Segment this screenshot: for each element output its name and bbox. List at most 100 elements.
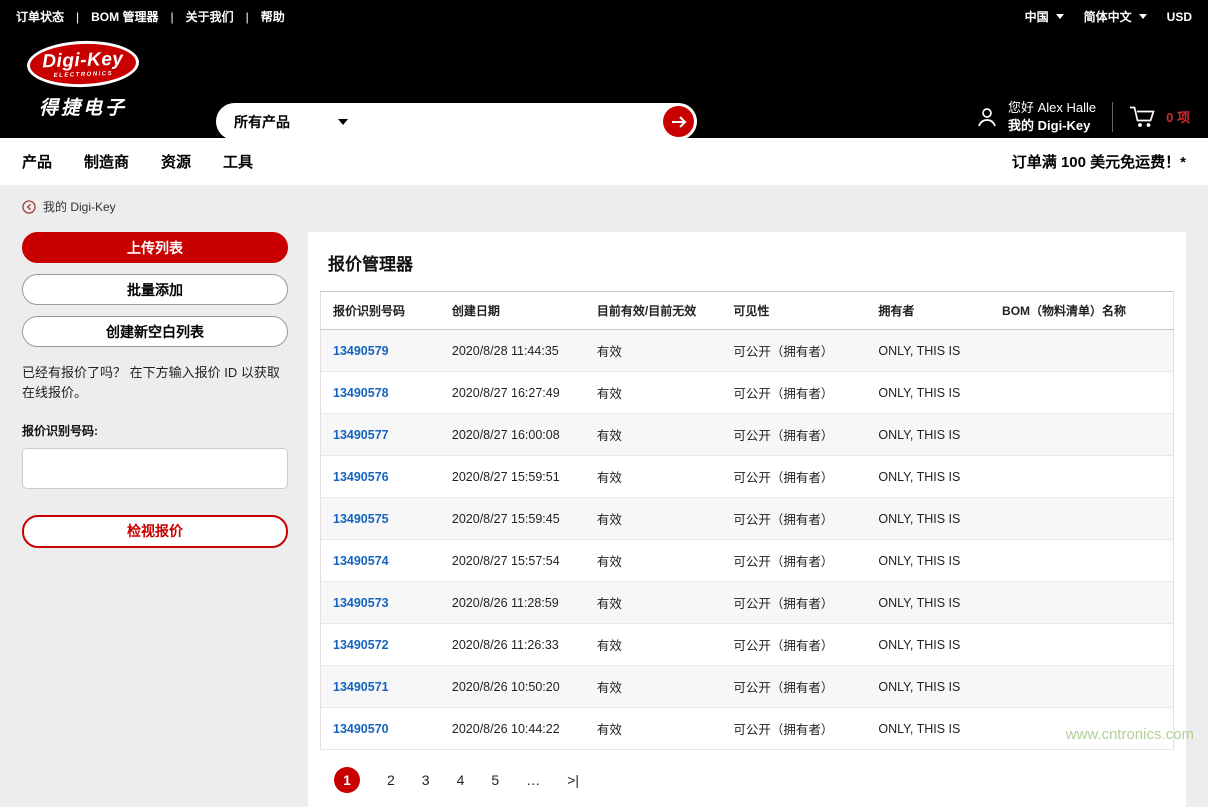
create-blank-list-button[interactable]: 创建新空白列表 [22, 316, 288, 347]
created-date-cell: 2020/8/27 16:27:49 [440, 372, 585, 414]
status-cell: 有效 [585, 330, 721, 372]
visibility-cell: 可公开（拥有者） [721, 330, 866, 372]
status-cell: 有效 [585, 456, 721, 498]
created-date-cell: 2020/8/26 10:44:22 [440, 708, 585, 750]
last-page-button[interactable]: >| [567, 772, 579, 788]
page-5-button[interactable]: 5 [491, 772, 499, 788]
cart-button[interactable]: 0 项 [1129, 105, 1190, 128]
visibility-cell: 可公开（拥有者） [721, 414, 866, 456]
topbar-link[interactable]: 关于我们 [158, 8, 233, 25]
table-row: 13490577 2020/8/27 16:00:08 有效 可公开（拥有者） … [321, 414, 1174, 456]
bom-name-cell [990, 582, 1173, 624]
bulk-add-button[interactable]: 批量添加 [22, 274, 288, 305]
quote-id-cell: 13490575 [321, 498, 440, 540]
pagination: 1 2 3 4 5 … >| [334, 767, 1174, 807]
breadcrumb: 我的 Digi-Key [0, 185, 1208, 224]
owner-cell: ONLY, THIS IS [866, 456, 990, 498]
person-icon [975, 105, 999, 129]
quote-id-link[interactable]: 13490573 [333, 596, 389, 610]
topbar-link[interactable]: BOM 管理器 [64, 8, 158, 25]
search-arrow-icon [671, 116, 687, 128]
quote-id-input[interactable] [22, 448, 288, 489]
created-date-cell: 2020/8/27 15:59:51 [440, 456, 585, 498]
table-head: 报价识别号码 创建日期 目前有效/目前无效 可见性 拥有者 BOM（物料清单）名… [321, 292, 1174, 330]
my-digikey-label: 我的 Digi-Key [1008, 117, 1096, 135]
quote-id-link[interactable]: 13490578 [333, 386, 389, 400]
quote-id-link[interactable]: 13490570 [333, 722, 389, 736]
quote-id-link[interactable]: 13490572 [333, 638, 389, 652]
free-shipping-promo: 订单满 100 美元免运费！* [1012, 151, 1186, 172]
status-cell: 有效 [585, 624, 721, 666]
digikey-logo[interactable]: Digi-Key ELECTRONICS 得捷电子 [18, 41, 148, 120]
topbar-link[interactable]: 帮助 [234, 8, 285, 25]
owner-cell: ONLY, THIS IS [866, 414, 990, 456]
page-2-button[interactable]: 2 [387, 772, 395, 788]
bom-name-cell [990, 414, 1173, 456]
quote-id-link[interactable]: 13490571 [333, 680, 389, 694]
region-selector[interactable]: 中国 [1025, 8, 1064, 25]
created-date-cell: 2020/8/26 11:26:33 [440, 624, 585, 666]
quote-id-cell: 13490579 [321, 330, 440, 372]
bom-name-cell [990, 330, 1173, 372]
content: 上传列表 批量添加 创建新空白列表 已经有报价了吗？ 在下方输入报价 ID 以获… [0, 224, 1208, 807]
search-button[interactable] [663, 106, 694, 137]
quote-id-link[interactable]: 13490574 [333, 554, 389, 568]
status-cell: 有效 [585, 372, 721, 414]
table-row: 13490572 2020/8/26 11:26:33 有效 可公开（拥有者） … [321, 624, 1174, 666]
account-menu[interactable]: 您好 Alex Halle 我的 Digi-Key [975, 99, 1096, 134]
category-nav: 产品 制造商 资源 工具 订单满 100 美元免运费！* [0, 138, 1208, 185]
created-date-cell: 2020/8/28 11:44:35 [440, 330, 585, 372]
language-selector[interactable]: 简体中文 [1084, 8, 1147, 25]
nav-item[interactable]: 制造商 [84, 151, 129, 172]
table-row: 13490573 2020/8/26 11:28:59 有效 可公开（拥有者） … [321, 582, 1174, 624]
upload-list-button[interactable]: 上传列表 [22, 232, 288, 263]
nav-item[interactable]: 工具 [223, 151, 253, 172]
table-row: 13490574 2020/8/27 15:57:54 有效 可公开（拥有者） … [321, 540, 1174, 582]
table-column-header: 拥有者 [866, 292, 990, 330]
quote-id-link[interactable]: 13490577 [333, 428, 389, 442]
quotes-table: 报价识别号码 创建日期 目前有效/目前无效 可见性 拥有者 BOM（物料清单）名… [320, 291, 1174, 750]
quote-id-link[interactable]: 13490579 [333, 344, 389, 358]
region-label: 中国 [1025, 8, 1049, 25]
search-input[interactable] [348, 103, 663, 140]
quote-id-label: 报价识别号码: [22, 422, 288, 439]
search-bar: 所有产品 [216, 103, 697, 140]
owner-cell: ONLY, THIS IS [866, 624, 990, 666]
page-3-button[interactable]: 3 [422, 772, 430, 788]
topbar-link[interactable]: 订单状态 [16, 8, 64, 25]
created-date-cell: 2020/8/27 15:59:45 [440, 498, 585, 540]
page-1-button[interactable]: 1 [334, 767, 360, 793]
topbar-right: 中国 简体中文 USD [1025, 8, 1192, 25]
quote-id-cell: 13490573 [321, 582, 440, 624]
nav-item[interactable]: 产品 [22, 151, 52, 172]
breadcrumb-my-digikey[interactable]: 我的 Digi-Key [43, 198, 116, 215]
account-text: 您好 Alex Halle 我的 Digi-Key [1008, 99, 1096, 134]
site-header: Digi-Key ELECTRONICS 得捷电子 所有产品 您好 Alex H… [0, 33, 1208, 138]
owner-cell: ONLY, THIS IS [866, 498, 990, 540]
page-4-button[interactable]: 4 [457, 772, 465, 788]
visibility-cell: 可公开（拥有者） [721, 372, 866, 414]
chevron-down-icon [338, 119, 348, 125]
quote-id-link[interactable]: 13490576 [333, 470, 389, 484]
quote-id-cell: 13490572 [321, 624, 440, 666]
owner-cell: ONLY, THIS IS [866, 666, 990, 708]
table-body: 13490579 2020/8/28 11:44:35 有效 可公开（拥有者） … [321, 330, 1174, 750]
visibility-cell: 可公开（拥有者） [721, 708, 866, 750]
currency-selector[interactable]: USD [1167, 10, 1192, 24]
watermark-text: www.cntronics.com [1066, 726, 1194, 743]
logo-title: Digi-Key [42, 49, 124, 71]
quote-id-cell: 13490578 [321, 372, 440, 414]
view-quote-button[interactable]: 检视报价 [22, 515, 288, 548]
search-category-dropdown[interactable]: 所有产品 [234, 112, 348, 132]
table-row: 13490579 2020/8/28 11:44:35 有效 可公开（拥有者） … [321, 330, 1174, 372]
quote-id-link[interactable]: 13490575 [333, 512, 389, 526]
nav-items: 产品 制造商 资源 工具 [22, 151, 253, 172]
sidebar: 上传列表 批量添加 创建新空白列表 已经有报价了吗？ 在下方输入报价 ID 以获… [22, 232, 288, 559]
status-cell: 有效 [585, 540, 721, 582]
visibility-cell: 可公开（拥有者） [721, 582, 866, 624]
table-column-header: 创建日期 [440, 292, 585, 330]
page-title: 报价管理器 [328, 250, 1174, 275]
nav-item[interactable]: 资源 [161, 151, 191, 172]
quote-prompt-text: 已经有报价了吗？ 在下方输入报价 ID 以获取在线报价。 [22, 363, 288, 402]
top-utility-bar: 订单状态 BOM 管理器 关于我们 帮助 中国 简体中文 USD [0, 0, 1208, 33]
